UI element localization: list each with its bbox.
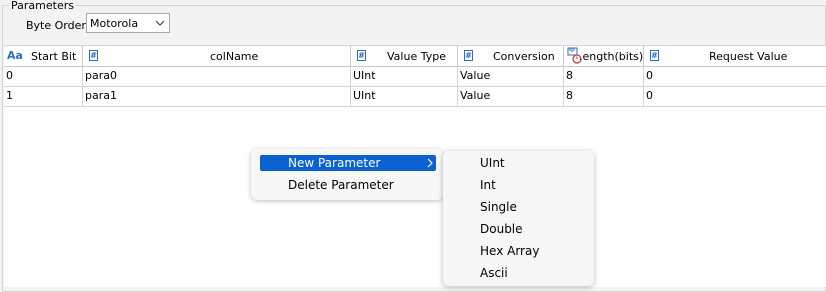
byte-order-dropdown[interactable]: Motorola — [86, 13, 170, 33]
cell-length[interactable]: 8 — [564, 67, 644, 86]
column-header-label: Conversion — [493, 50, 555, 63]
cell-request-value[interactable]: 0 — [644, 87, 826, 106]
number-type-icon: # — [89, 50, 98, 61]
submenu-item-uint[interactable]: UInt — [480, 155, 505, 171]
column-header-label: Request Value — [709, 50, 788, 63]
column-header-label: colName — [210, 50, 259, 63]
new-parameter-submenu: UInt Int Single Double Hex Array Ascii — [443, 151, 594, 286]
menu-item-label: Delete Parameter — [288, 178, 394, 192]
cell-colname[interactable]: para1 — [83, 87, 351, 106]
submenu-item-ascii[interactable]: Ascii — [480, 265, 508, 281]
table-row[interactable]: 1 para1 UInt Value 8 0 — [4, 87, 826, 107]
number-type-icon: # — [464, 50, 473, 61]
column-header-label: .ength(bits) — [579, 50, 644, 63]
cell-conversion[interactable]: Value — [458, 87, 564, 106]
submenu-item-double[interactable]: Double — [480, 221, 523, 237]
cell-value-type[interactable]: UInt — [351, 67, 458, 86]
number-type-icon: # — [357, 50, 366, 61]
byte-order-label: Byte Order — [26, 19, 86, 32]
table-row[interactable]: 0 para0 UInt Value 8 0 — [4, 67, 826, 87]
column-header-request-value[interactable]: # Request Value — [644, 46, 826, 67]
column-header-length[interactable]: .ength(bits) — [564, 46, 644, 67]
cell-conversion[interactable]: Value — [458, 67, 564, 86]
submenu-item-single[interactable]: Single — [480, 199, 517, 215]
byte-order-value: Motorola — [90, 17, 139, 30]
menu-item-delete-parameter[interactable]: Delete Parameter — [260, 177, 436, 193]
context-menu: New Parameter Delete Parameter — [251, 149, 443, 200]
menu-item-new-parameter[interactable]: New Parameter — [260, 155, 436, 171]
cell-colname[interactable]: para0 — [83, 67, 351, 86]
column-header-conversion[interactable]: # Conversion — [458, 46, 564, 67]
column-header-value-type[interactable]: # Value Type — [351, 46, 458, 67]
cell-length[interactable]: 8 — [564, 87, 644, 106]
number-type-icon: # — [650, 50, 659, 61]
cell-value-type[interactable]: UInt — [351, 87, 458, 106]
chevron-right-icon — [427, 158, 433, 168]
column-header-label: Start Bit — [31, 50, 77, 63]
text-type-icon: Aa — [7, 49, 23, 62]
submenu-item-int[interactable]: Int — [480, 177, 496, 193]
menu-item-label: New Parameter — [288, 156, 381, 170]
group-title: Parameters — [9, 0, 76, 12]
cell-start-bit[interactable]: 0 — [4, 67, 83, 86]
chevron-down-icon — [155, 20, 165, 26]
column-header-colname[interactable]: # colName — [83, 46, 351, 67]
column-header-label: Value Type — [387, 50, 446, 63]
cell-request-value[interactable]: 0 — [644, 67, 826, 86]
column-header-start-bit[interactable]: Aa Start Bit — [4, 46, 83, 67]
submenu-item-hex-array[interactable]: Hex Array — [480, 243, 539, 259]
cell-start-bit[interactable]: 1 — [4, 87, 83, 106]
